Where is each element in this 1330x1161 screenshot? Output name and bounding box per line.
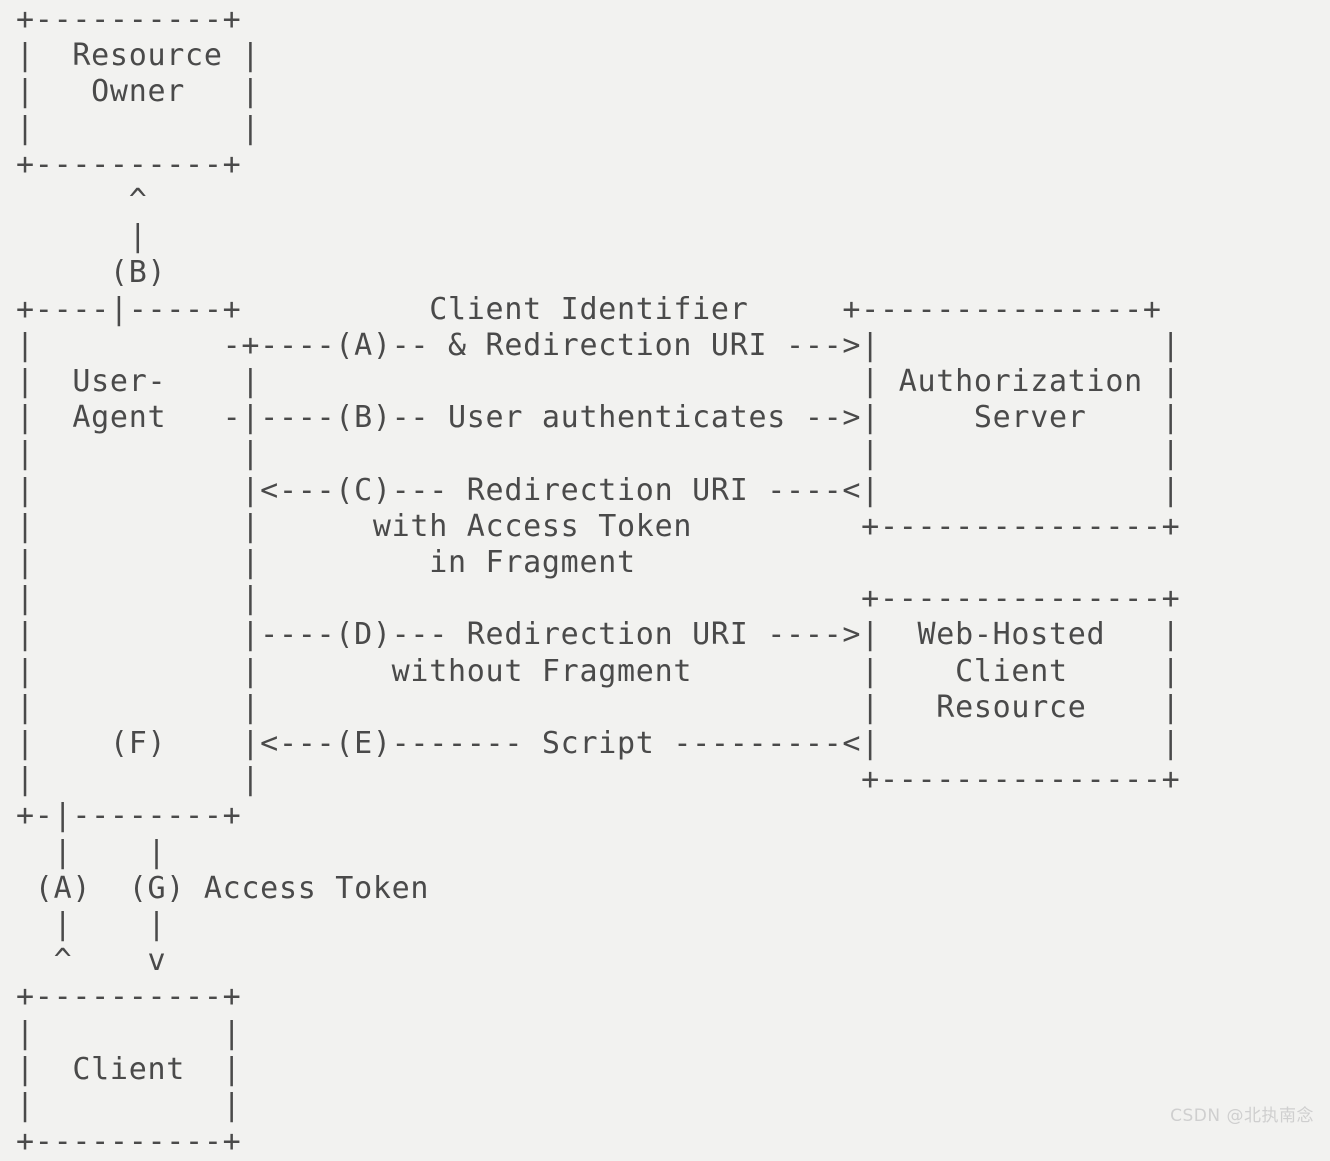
- ascii-art-diagram: +----------+ | Resource | | Owner | | | …: [16, 2, 1181, 1160]
- csdn-watermark: CSDN @北执南念: [1170, 1106, 1314, 1126]
